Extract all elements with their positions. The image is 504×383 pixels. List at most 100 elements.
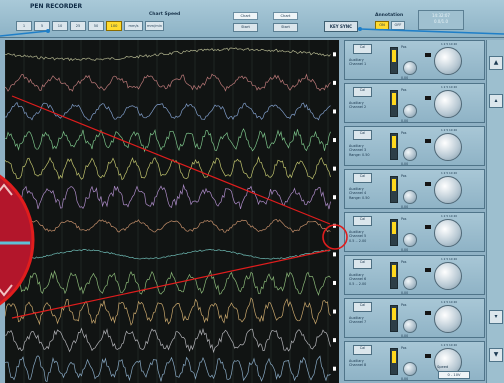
channel-dial-scale: 1 2 5 10 20: [440, 171, 457, 175]
channel-position-knob[interactable]: [403, 276, 417, 290]
channel-marker: [333, 252, 336, 257]
channel-info: Auxiliary Channel 3 Range: 0.50: [349, 144, 385, 157]
channel-info: Auxiliary Channel 7: [349, 316, 385, 325]
channel-trace: [5, 183, 331, 210]
channel-strip: Cal Auxiliary Channel 1 Pos 0.00 1 2 5 10 20: [344, 40, 485, 80]
annotation-off-button[interactable]: OFF: [391, 21, 405, 30]
channel-strip: Cal Auxiliary Channel 7 Pos 0.00 1 2 5 10 20: [344, 298, 485, 338]
channel-position-knob[interactable]: [403, 319, 417, 333]
channel-info-line: Range: 0.50: [349, 152, 370, 157]
channel-info-line: Range: 0.50: [349, 195, 370, 200]
channel-trace: [5, 297, 331, 326]
channel-marker: [333, 309, 336, 314]
channel-trace: [5, 156, 331, 181]
channel-range-dial[interactable]: [434, 47, 462, 75]
channel-knob-value: 0.00: [401, 334, 409, 338]
channel-range-dial[interactable]: [434, 262, 462, 290]
channel-info: Auxiliary Channel 1: [349, 58, 385, 67]
channel-knob-value: 0.00: [401, 76, 409, 80]
channel-range-dial[interactable]: [434, 90, 462, 118]
channel-pos-label: Pos: [401, 45, 407, 49]
channel-gain-slider[interactable]: [390, 262, 398, 289]
channel-cal-button[interactable]: Cal: [353, 173, 372, 183]
channel-knob-value: 0.00: [401, 205, 409, 209]
channel-pos-label: Pos: [401, 303, 407, 307]
recorder-chart-area[interactable]: [5, 40, 339, 383]
speed-value-field[interactable]: 0 - 10V: [438, 371, 470, 379]
channel-cal-button[interactable]: Cal: [353, 302, 372, 312]
channel-position-knob[interactable]: [403, 233, 417, 247]
channel-position-knob[interactable]: [403, 61, 417, 75]
channel-range-indicator: [425, 96, 431, 100]
channel-info: Auxiliary Channel 5 0.5 .. 2.00: [349, 230, 385, 243]
channel-strip: Cal Auxiliary Channel 5 0.5 .. 2.00 Pos 0.00 1…: [344, 212, 485, 252]
chart-group-label-1: Chart: [233, 12, 258, 20]
channel-cal-button[interactable]: Cal: [353, 87, 372, 97]
channel-position-knob[interactable]: [403, 147, 417, 161]
channel-cal-button[interactable]: Cal: [353, 44, 372, 54]
channel-cal-button[interactable]: Cal: [353, 216, 372, 226]
speed-button-100[interactable]: 100: [106, 21, 122, 31]
scroll-up-small-arrow-icon[interactable]: ▴: [489, 94, 503, 108]
scroll-down-arrow-icon[interactable]: ▼: [489, 348, 503, 362]
channel-marker: [333, 109, 336, 114]
channel-dial-scale: 1 2 5 10 20: [440, 214, 457, 218]
unit-button-mm-per-min[interactable]: mm/min: [145, 21, 164, 31]
channel-gain-slider[interactable]: [390, 305, 398, 332]
channel-range-dial[interactable]: [434, 305, 462, 333]
channel-knob-value: 0.00: [401, 291, 409, 295]
speed-button-1[interactable]: 1: [16, 21, 32, 31]
scroll-up-arrow-icon[interactable]: ▲: [489, 56, 503, 70]
channel-marker: [333, 223, 336, 228]
chart-start-button-2[interactable]: Start: [273, 23, 298, 32]
chart-speed-buttons: 1 5 10 25 50 100 mm/s mm/min: [16, 21, 164, 31]
channel-range-dial[interactable]: [434, 176, 462, 204]
channel-strip: Cal Auxiliary Channel 4 Range: 0.50 Pos 0.00 1…: [344, 169, 485, 209]
channel-info: Auxiliary Channel 4 Range: 0.50: [349, 187, 385, 200]
channel-info: Auxiliary Channel 8: [349, 359, 385, 368]
channel-gain-slider[interactable]: [390, 348, 398, 375]
channel-position-knob[interactable]: [403, 104, 417, 118]
speed-button-10[interactable]: 10: [52, 21, 68, 31]
speed-label: Speed: [437, 365, 449, 369]
channel-gain-slider[interactable]: [390, 133, 398, 160]
channel-range-dial[interactable]: [434, 219, 462, 247]
channel-cal-button[interactable]: Cal: [353, 130, 372, 140]
channel-range-dial[interactable]: [434, 133, 462, 161]
channel-position-knob[interactable]: [403, 190, 417, 204]
channel-dial-scale: 1 2 5 10 20: [440, 257, 457, 261]
channel-info-line: Channel 8: [349, 363, 367, 368]
channel-cal-button[interactable]: Cal: [353, 259, 372, 269]
channel-trace: [5, 73, 331, 92]
channel-pos-label: Pos: [401, 131, 407, 135]
chart-start-button-1[interactable]: Start: [233, 23, 258, 32]
speed-button-5[interactable]: 5: [34, 21, 50, 31]
annotation-on-button[interactable]: ON: [375, 21, 389, 30]
channel-marker: [333, 138, 336, 143]
chart-speed-label: Chart Speed: [149, 12, 181, 17]
scroll-down-small-arrow-icon[interactable]: ▾: [489, 310, 503, 324]
unit-button-mm-per-sec[interactable]: mm/s: [124, 21, 143, 31]
time-readout: 14:32:07 0.0/1.0: [418, 10, 464, 30]
channel-gain-slider[interactable]: [390, 90, 398, 117]
channel-range-indicator: [425, 53, 431, 57]
channel-scroll-rail[interactable]: ▲ ▴ ▾ ▼: [486, 40, 504, 383]
chart-group-label-2: Chart: [273, 12, 298, 20]
channel-trace: [5, 219, 331, 233]
channel-gain-slider[interactable]: [390, 176, 398, 203]
channel-gain-slider[interactable]: [390, 47, 398, 74]
speed-button-50[interactable]: 50: [88, 21, 104, 31]
channel-gain-slider[interactable]: [390, 219, 398, 246]
channel-info-line: 0.5 .. 2.00: [349, 238, 367, 243]
channel-position-knob[interactable]: [403, 362, 417, 376]
channel-pos-label: Pos: [401, 346, 407, 350]
speed-button-25[interactable]: 25: [70, 21, 86, 31]
channel-dial-scale: 1 2 5 10 20: [440, 42, 457, 46]
channel-range-indicator: [425, 311, 431, 315]
key-sync-button[interactable]: KEY SYNC: [324, 21, 358, 32]
channel-cal-button[interactable]: Cal: [353, 345, 372, 355]
channel-marker: [333, 280, 336, 285]
channel-strip: Cal Auxiliary Channel 6 0.5 .. 2.00 Pos 0.00 1…: [344, 255, 485, 295]
channel-trace: [5, 249, 331, 260]
channel-trace: [5, 101, 331, 121]
